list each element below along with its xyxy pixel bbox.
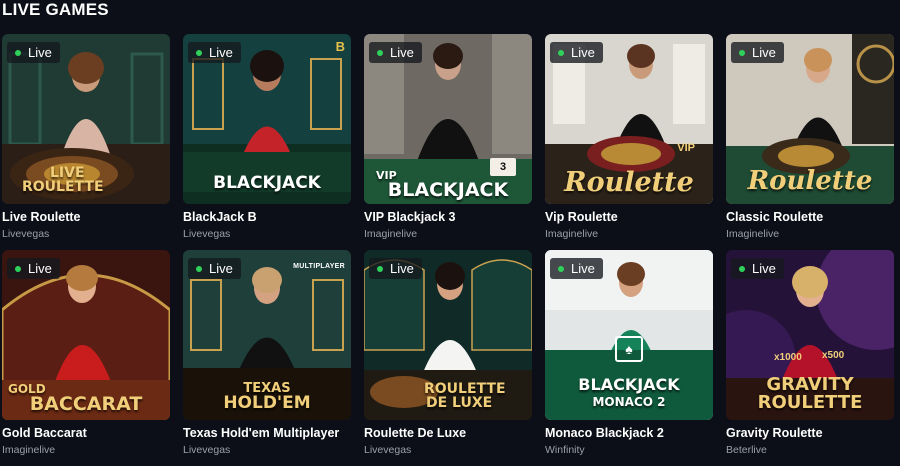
game-logo: LIVE ROULETTE	[22, 165, 104, 195]
game-card-roulette-de-luxe[interactable]: Live ROULETTE DE LUXE Roulette De Luxe L…	[364, 250, 532, 466]
multiplayer-badge: MULTIPLAYER	[293, 263, 345, 270]
table-letter-badge: B	[335, 39, 345, 54]
game-title[interactable]: Vip Roulette	[545, 210, 618, 224]
game-logo: BLACKJACK MONACO 2	[578, 375, 680, 409]
game-card-texas-holdem-multiplayer[interactable]: Live MULTIPLAYER TEXAS HOLD'EM Texas Hol…	[183, 250, 351, 466]
live-badge: Live	[731, 42, 784, 63]
game-card-monaco-blackjack-2[interactable]: Live ♠ BLACKJACK MONACO 2 Monaco Blackja…	[545, 250, 713, 466]
game-title[interactable]: Texas Hold'em Multiplayer	[183, 426, 339, 440]
game-thumbnail[interactable]: Live ROULETTE DE LUXE	[364, 250, 532, 420]
live-dot-icon	[377, 49, 383, 56]
game-card-gravity-roulette[interactable]: Live x1000 x500 GRAVITY ROULETTE Gravity…	[726, 250, 894, 466]
cards-icon: ♠	[615, 336, 643, 362]
game-thumbnail[interactable]: Live MULTIPLAYER TEXAS HOLD'EM	[183, 250, 351, 420]
live-badge: Live	[188, 42, 241, 63]
live-badge: Live	[731, 258, 784, 279]
live-dot-icon	[15, 49, 21, 56]
multiplier-label: x1000	[774, 352, 802, 363]
game-provider: Livevegas	[2, 228, 50, 240]
game-logo: ROULETTE DE LUXE	[424, 381, 506, 411]
game-provider: Imaginelive	[545, 228, 599, 240]
game-provider: Beterlive	[726, 444, 767, 456]
live-badge: Live	[369, 42, 422, 63]
game-provider: Imaginelive	[364, 228, 418, 240]
game-thumbnail[interactable]: Live Roulette	[726, 34, 894, 204]
live-dot-icon	[558, 49, 564, 56]
game-card-gold-baccarat[interactable]: Live GOLD BACCARAT Gold Baccarat Imagine…	[2, 250, 170, 466]
game-thumbnail[interactable]: Live GOLD BACCARAT	[2, 250, 170, 420]
live-dot-icon	[377, 265, 383, 272]
game-logo: TEXAS HOLD'EM	[223, 381, 311, 413]
games-grid: Live LIVE ROULETTE Live Roulette Liveveg…	[2, 34, 894, 466]
game-title[interactable]: Gravity Roulette	[726, 426, 823, 440]
game-card-classic-roulette[interactable]: Live Roulette Classic Roulette Imagineli…	[726, 34, 894, 250]
game-title[interactable]: Monaco Blackjack 2	[545, 426, 664, 440]
live-badge: Live	[7, 42, 60, 63]
game-title[interactable]: Roulette De Luxe	[364, 426, 466, 440]
game-card-live-roulette[interactable]: Live LIVE ROULETTE Live Roulette Liveveg…	[2, 34, 170, 250]
vip-label: VIP	[677, 142, 695, 154]
game-provider: Livevegas	[364, 444, 412, 456]
game-thumbnail[interactable]: Live B BLACKJACK	[183, 34, 351, 204]
game-provider: Imaginelive	[2, 444, 56, 456]
game-provider: Livevegas	[183, 228, 231, 240]
game-thumbnail[interactable]: Live ♠ BLACKJACK MONACO 2	[545, 250, 713, 420]
live-badge: Live	[550, 258, 603, 279]
game-thumbnail[interactable]: Live VIP Roulette	[545, 34, 713, 204]
game-thumbnail[interactable]: Live LIVE ROULETTE	[2, 34, 170, 204]
game-thumbnail[interactable]: Live x1000 x500 GRAVITY ROULETTE	[726, 250, 894, 420]
game-title[interactable]: Gold Baccarat	[2, 426, 87, 440]
live-dot-icon	[739, 265, 745, 272]
game-logo: Roulette	[564, 167, 694, 198]
game-card-vip-roulette[interactable]: Live VIP Roulette Vip Roulette Imagineli…	[545, 34, 713, 250]
game-title[interactable]: Live Roulette	[2, 210, 81, 224]
game-logo: GOLD BACCARAT	[8, 382, 143, 415]
game-title[interactable]: VIP Blackjack 3	[364, 210, 456, 224]
game-title[interactable]: Classic Roulette	[726, 210, 823, 224]
game-provider: Imaginelive	[726, 228, 780, 240]
live-dot-icon	[739, 49, 745, 56]
live-dot-icon	[196, 49, 202, 56]
live-dot-icon	[558, 265, 564, 272]
multiplier-label: x500	[822, 350, 845, 361]
game-title[interactable]: BlackJack B	[183, 210, 257, 224]
game-provider: Winfinity	[545, 444, 585, 456]
game-provider: Livevegas	[183, 444, 231, 456]
live-dot-icon	[196, 265, 202, 272]
game-card-vip-blackjack-3[interactable]: Live 3 VIP BLACKJACK VIP Blackjack 3 Ima…	[364, 34, 532, 250]
live-badge: Live	[369, 258, 422, 279]
game-logo: BLACKJACK	[213, 173, 321, 193]
game-thumbnail[interactable]: Live 3 VIP BLACKJACK	[364, 34, 532, 204]
game-card-blackjack-b[interactable]: Live B BLACKJACK BlackJack B Livevegas	[183, 34, 351, 250]
live-dot-icon	[15, 265, 21, 272]
live-badge: Live	[7, 258, 60, 279]
live-badge: Live	[188, 258, 241, 279]
game-logo: Roulette	[747, 166, 873, 196]
live-badge: Live	[550, 42, 603, 63]
section-title: LIVE GAMES	[2, 0, 109, 19]
game-logo: GRAVITY ROULETTE	[757, 374, 863, 413]
game-logo: VIP BLACKJACK	[376, 169, 509, 201]
